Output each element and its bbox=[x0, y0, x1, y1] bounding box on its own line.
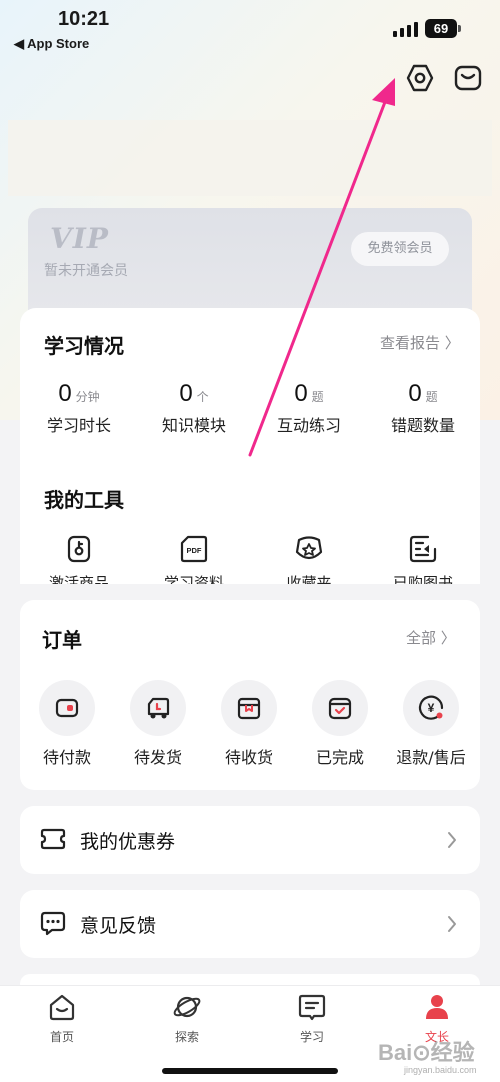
watermark: Bai⊙经验 jingyan.baidu.com bbox=[378, 1035, 496, 1079]
annotation-arrow bbox=[248, 78, 395, 457]
watermark-brand: Bai⊙经验 bbox=[378, 1040, 475, 1065]
watermark-url: jingyan.baidu.com bbox=[404, 1065, 477, 1075]
